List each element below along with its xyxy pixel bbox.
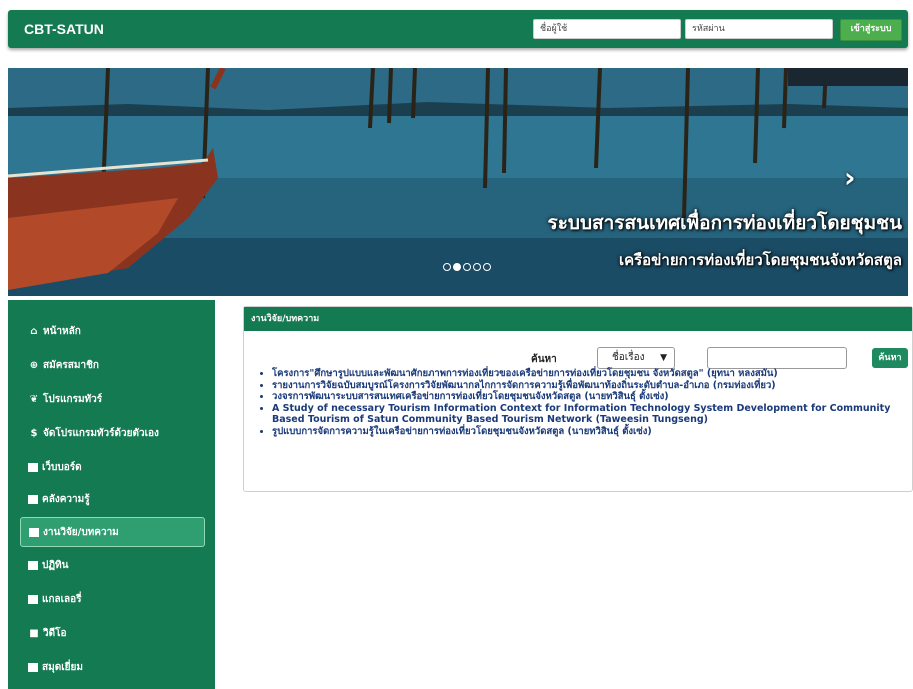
sidebar-item-label: เว็บบอร์ด <box>42 461 82 473</box>
search-input[interactable] <box>707 347 847 369</box>
hero-title: ระบบสารสนเทศเพื่อการท่องเที่ยวโดยชุมชน <box>547 212 903 234</box>
carousel-indicators <box>443 256 493 271</box>
sidebar-nav: ⌂ หน้าหลัก ⊕ สมัครสมาชิก ❦ โปรแกรมทัวร์ … <box>8 300 215 689</box>
caret-down-icon: ▼ <box>660 353 667 363</box>
research-link[interactable]: A Study of necessary Tourism Information… <box>272 403 913 426</box>
sidebar-item-video[interactable]: ■ วิดีโอ <box>20 618 205 648</box>
guestbook-icon <box>28 662 38 672</box>
search-select-value: ชื่อเรื่อง <box>612 352 645 363</box>
gallery-icon <box>28 594 38 604</box>
carousel-dot-1[interactable] <box>443 263 451 271</box>
sidebar-item-knowledge[interactable]: คลังความรู้ <box>20 484 205 514</box>
calendar-icon <box>28 560 38 570</box>
dollar-icon: $ <box>30 427 38 439</box>
research-link[interactable]: โครงการ"ศึกษารูปแบบและพัฒนาศักยภาพการท่อ… <box>272 368 913 380</box>
panel-title: งานวิจัย/บทความ <box>244 307 912 331</box>
research-link[interactable]: รายงานการวิจัยฉบับสมบูรณ์โครงการวิจัยพัฒ… <box>272 380 913 392</box>
sidebar-item-label: สมัครสมาชิก <box>43 359 99 371</box>
sidebar-item-label: คลังความรู้ <box>42 493 90 505</box>
top-navbar: CBT-SATUN เข้าสู่ระบบ <box>8 10 908 48</box>
video-icon: ■ <box>29 627 39 639</box>
sidebar-item-custom-tour[interactable]: $ จัดโปรแกรมทัวร์ด้วยตัวเอง <box>20 418 205 448</box>
sidebar-item-label: ปฏิทิน <box>42 559 69 571</box>
leaf-icon: ❦ <box>29 393 39 405</box>
sidebar-item-label: จัดโปรแกรมทัวร์ด้วยตัวเอง <box>43 427 159 439</box>
sidebar-item-label: วิดีโอ <box>43 627 67 639</box>
sidebar-item-home[interactable]: ⌂ หน้าหลัก <box>20 316 205 346</box>
document-icon <box>29 527 39 537</box>
username-input[interactable] <box>533 19 681 39</box>
research-link[interactable]: รูปแบบการจัดการความรู้ในเครือข่ายการท่อง… <box>272 426 913 438</box>
board-icon <box>28 462 38 472</box>
sidebar-item-label: แกลเลอรี่ <box>42 593 82 605</box>
sidebar-item-research[interactable]: งานวิจัย/บทความ <box>20 517 205 547</box>
sidebar-item-label: งานวิจัย/บทความ <box>43 526 119 538</box>
sidebar-item-register[interactable]: ⊕ สมัครสมาชิก <box>20 350 205 380</box>
carousel-dot-2[interactable] <box>453 263 461 271</box>
carousel-next-icon[interactable]: › <box>844 164 856 192</box>
sidebar-item-label: หน้าหลัก <box>43 325 81 337</box>
book-icon <box>28 494 38 504</box>
sidebar-item-calendar[interactable]: ปฏิทิน <box>20 550 205 580</box>
search-button[interactable]: ค้นหา <box>872 348 908 368</box>
sidebar-item-label: โปรแกรมทัวร์ <box>43 393 103 405</box>
carousel-dot-5[interactable] <box>483 263 491 271</box>
search-label: ค้นหา <box>531 354 557 365</box>
carousel-dot-3[interactable] <box>463 263 471 271</box>
research-panel: งานวิจัย/บทความ ค้นหา ชื่อเรื่อง ▼ ค้นหา… <box>243 306 913 492</box>
search-field-select[interactable]: ชื่อเรื่อง ▼ <box>597 347 675 369</box>
login-button[interactable]: เข้าสู่ระบบ <box>840 19 902 41</box>
sidebar-item-tour-programs[interactable]: ❦ โปรแกรมทัวร์ <box>20 384 205 414</box>
research-link[interactable]: วงจรการพัฒนาระบบสารสนเทศเครือข่ายการท่อง… <box>272 391 913 403</box>
home-icon: ⌂ <box>30 325 38 337</box>
sidebar-item-label: สมุดเยี่ยม <box>42 661 83 673</box>
hero-carousel: › ระบบสารสนเทศเพื่อการท่องเที่ยวโดยชุมชน… <box>8 68 908 296</box>
sidebar-item-webboard[interactable]: เว็บบอร์ด <box>20 452 205 482</box>
sidebar-item-gallery[interactable]: แกลเลอรี่ <box>20 584 205 614</box>
password-input[interactable] <box>685 19 833 39</box>
research-list: โครงการ"ศึกษารูปแบบและพัฒนาศักยภาพการท่อ… <box>258 368 913 437</box>
hero-subtitle: เครือข่ายการท่องเที่ยวโดยชุมชนจังหวัดสตู… <box>618 251 902 269</box>
carousel-dot-4[interactable] <box>473 263 481 271</box>
register-icon: ⊕ <box>29 359 39 371</box>
sidebar-item-guestbook[interactable]: สมุดเยี่ยม <box>20 652 205 682</box>
site-brand[interactable]: CBT-SATUN <box>24 10 104 48</box>
